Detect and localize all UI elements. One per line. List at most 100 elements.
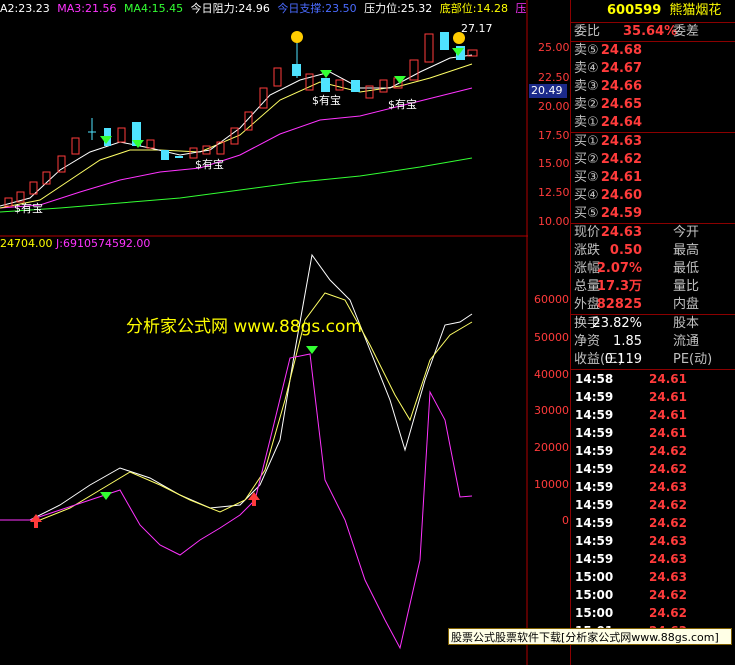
signal-label: $有宝: [14, 202, 43, 215]
ask-label: 卖①: [574, 115, 599, 130]
ma4-label: MA4:15.45: [123, 2, 184, 14]
stat-value: 0.50: [609, 243, 642, 258]
tick-price: 24.61: [649, 408, 687, 422]
ma-green-line: [0, 157, 473, 213]
stats-block: 现价 24.63 今开 涨跌 0.50 最高 涨幅 2.07% 最低 总量 17.3万 量比 外…: [571, 224, 735, 315]
bid-price: 24.63: [600, 134, 642, 149]
bid-row[interactable]: 买④ 24.60: [571, 187, 735, 205]
tick-time: 14:59: [575, 444, 614, 458]
axis-tick-upper: 10.00: [538, 215, 570, 228]
smiley-icon: [291, 31, 465, 44]
stat-label2: 最高: [673, 243, 700, 258]
tick-row: 14:59 24.61: [571, 388, 735, 406]
stat-label2: 流通: [673, 334, 700, 349]
stat-row: 现价 24.63 今开: [571, 224, 735, 242]
ask-row[interactable]: 卖① 24.64: [571, 114, 735, 132]
tick-price: 24.62: [649, 498, 687, 512]
support-label: 今日支撑:23.50: [277, 2, 357, 14]
sell-arrow-icon: [306, 346, 318, 354]
tick-time: 15:00: [575, 570, 614, 584]
watermark-text: 分析家公式网 www.88gs.com: [126, 317, 362, 337]
tick-price: 24.62: [649, 588, 687, 602]
stat-label2: 股本: [673, 316, 700, 331]
ask-row[interactable]: 卖② 24.65: [571, 96, 735, 114]
stat-label2: PE(动): [673, 352, 713, 367]
ma-legend: A2:23.23 MA3:21.56 MA4:15.45 今日阻力:24.96 …: [0, 0, 528, 14]
tick-row: 15:00 24.63: [571, 568, 735, 586]
axis-tick-upper: 12.50: [538, 186, 570, 199]
ma-yellow-line: [0, 63, 473, 209]
ask-price: 24.68: [600, 43, 642, 58]
tick-time: 14:59: [575, 480, 614, 494]
stat-label2: 内盘: [673, 297, 700, 312]
stat-label: 现价: [574, 225, 601, 240]
stat-label2: 最低: [673, 261, 700, 276]
bid-row[interactable]: 买⑤ 24.59: [571, 205, 735, 223]
k-value: 24704.00: [0, 237, 53, 250]
weibi-row: 委比 35.64% 委差: [571, 23, 735, 42]
tick-price: 24.63: [649, 480, 687, 494]
ask-row[interactable]: 卖④ 24.67: [571, 60, 735, 78]
bid-label: 买④: [574, 188, 599, 203]
tick-time: 14:59: [575, 426, 614, 440]
stats2-block: 换手 23.82% 股本 净资 1.85 流通 收益(三) 0.119 PE(动): [571, 315, 735, 370]
tick-time: 14:59: [575, 552, 614, 566]
stock-header[interactable]: 600599 熊猫烟花: [571, 0, 735, 23]
bid-row[interactable]: 买③ 24.61: [571, 169, 735, 187]
ma2-label: A2:23.23: [0, 2, 50, 14]
tick-time: 15:00: [575, 588, 614, 602]
stat-row: 涨幅 2.07% 最低: [571, 260, 735, 278]
tick-price: 24.63: [649, 534, 687, 548]
signal-label: $有宝: [312, 94, 341, 107]
bid-label: 买⑤: [574, 206, 599, 221]
stat-row: 收益(三) 0.119 PE(动): [571, 351, 735, 369]
footer-link[interactable]: 股票公式股票软件下载[分析家公式网www.88gs.com]: [448, 628, 732, 645]
stat-value: 0.119: [604, 352, 642, 367]
j-line-magenta: [0, 353, 473, 650]
axis-tick-upper: 25.00: [538, 41, 570, 54]
stat-value: 2.07%: [596, 261, 642, 276]
tick-time: 14:59: [575, 390, 614, 404]
j-value: J:6910574592.00: [56, 237, 151, 250]
tick-row: 15:00 24.62: [571, 604, 735, 622]
ask-row[interactable]: 卖⑤ 24.68: [571, 42, 735, 60]
stat-value: 17.3万: [596, 279, 642, 294]
peak-price-label: 27.17: [461, 22, 493, 35]
weicha-label: 委差: [673, 24, 700, 39]
tick-price: 24.62: [649, 606, 687, 620]
axis-tick-lower: 50000: [534, 331, 569, 344]
axis-tick-lower: 10000: [534, 478, 569, 491]
chart-area[interactable]: A2:23.23 MA3:21.56 MA4:15.45 今日阻力:24.96 …: [0, 0, 528, 665]
stat-label2: 量比: [673, 279, 700, 294]
weibi-value: 35.64%: [623, 24, 678, 39]
bid-row[interactable]: 买① 24.63: [571, 133, 735, 151]
indicator-legend: 24704.00 J:6910574592.00: [0, 237, 150, 250]
stat-value: 82825: [596, 297, 642, 312]
bid-row[interactable]: 买② 24.62: [571, 151, 735, 169]
tick-row: 15:00 24.62: [571, 586, 735, 604]
axis-tick-upper: 17.50: [538, 129, 570, 142]
current-price-tag: 20.49: [529, 84, 567, 98]
axis-tick-lower: 0: [562, 514, 569, 527]
tick-time: 14:59: [575, 408, 614, 422]
signal-label: $有宝: [388, 98, 417, 111]
tick-list[interactable]: 14:58 24.61 14:59 24.61 14:59 24.61 14:59 24…: [571, 370, 735, 640]
tick-row: 14:59 24.62: [571, 442, 735, 460]
ask-price: 24.67: [600, 61, 642, 76]
stat-row: 换手 23.82% 股本: [571, 315, 735, 333]
tick-row: 14:59 24.61: [571, 424, 735, 442]
k-line-white: [0, 253, 473, 521]
ask-label: 卖③: [574, 79, 599, 94]
bid-price: 24.59: [600, 206, 642, 221]
tick-row: 14:59 24.62: [571, 496, 735, 514]
bid-price: 24.61: [600, 170, 642, 185]
ask-row[interactable]: 卖③ 24.66: [571, 78, 735, 96]
axis-tick-lower: 30000: [534, 404, 569, 417]
axis-tick-lower: 20000: [534, 441, 569, 454]
stat-label: 涨跌: [574, 243, 601, 258]
ask-price: 24.66: [600, 79, 642, 94]
stat-row: 净资 1.85 流通: [571, 333, 735, 351]
resist-label: 今日阻力:24.96: [190, 2, 270, 14]
stat-row: 外盘 82825 内盘: [571, 296, 735, 314]
ma3-label: MA3:21.56: [57, 2, 117, 14]
